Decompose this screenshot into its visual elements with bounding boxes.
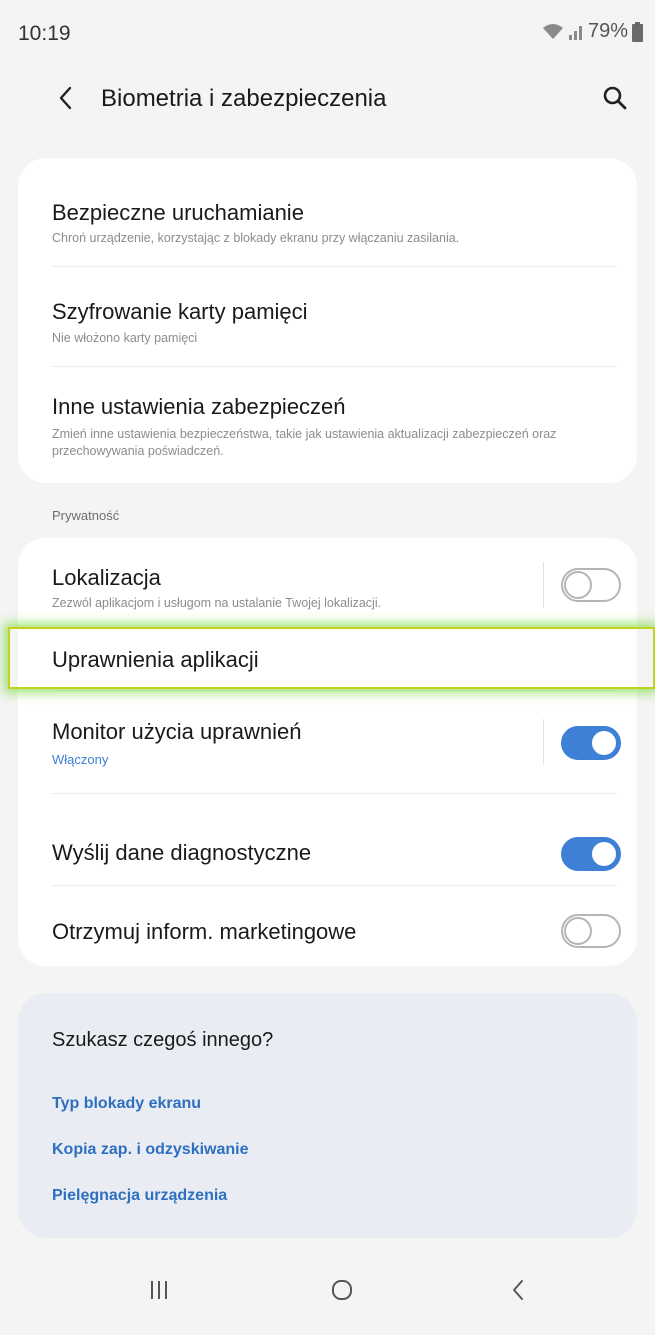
signal-icon [568,23,584,41]
screen-lock-type-link[interactable]: Typ blokady ekranu [52,1095,201,1113]
status-time: 10:19 [18,22,71,45]
back-nav-button[interactable] [490,1272,546,1312]
separator [543,562,544,608]
home-button[interactable] [314,1272,370,1312]
back-nav-icon [510,1278,526,1307]
battery-icon [632,21,643,42]
other-security-settings-title: Inne ustawienia zabezpieczeń [52,394,346,419]
location-item[interactable]: Lokalizacja Zezwól aplikacjom i usługom … [18,538,637,627]
wifi-icon [542,23,564,41]
toggle-knob [564,917,592,945]
home-icon [330,1278,354,1307]
settings-screen: 10:19 79% Biometria i zabezpieczenia Bez… [0,0,655,1335]
recent-apps-button[interactable] [131,1272,187,1312]
marketing-info-title: Otrzymuj inform. marketingowe [52,919,357,944]
secure-startup-subtitle: Chroń urządzenie, korzystając z blokady … [52,231,460,245]
location-toggle[interactable] [561,568,621,602]
suggestions-card: Szukasz czegoś innego? Typ blokady ekran… [18,993,637,1238]
toggle-knob [590,729,618,757]
other-security-settings-item[interactable]: Inne ustawienia zabezpieczeń Zmień inne … [18,367,637,483]
chevron-left-icon [56,85,76,116]
security-settings-card: Bezpieczne uruchamianie Chroń urządzenie… [18,158,637,483]
permission-monitor-title: Monitor użycia uprawnień [52,719,302,744]
navigation-bar [0,1264,655,1335]
suggestions-title: Szukasz czegoś innego? [52,1029,274,1051]
sd-card-encryption-item[interactable]: Szyfrowanie karty pamięci Nie włożono ka… [18,267,637,366]
battery-percent: 79% [587,20,628,42]
back-button[interactable] [44,78,88,122]
search-icon [602,85,628,116]
diagnostic-data-title: Wyślij dane diagnostyczne [52,840,312,865]
separator [543,719,544,765]
page-title: Biometria i zabezpieczenia [101,85,387,112]
permission-monitor-item[interactable]: Monitor użycia uprawnień Włączony [18,691,637,793]
secure-startup-item[interactable]: Bezpieczne uruchamianie Chroń urządzenie… [18,158,637,266]
device-care-link[interactable]: Pielęgnacja urządzenia [52,1187,227,1205]
diagnostic-data-toggle[interactable] [561,837,621,871]
location-title: Lokalizacja [52,565,161,590]
app-permissions-title: Uprawnienia aplikacji [52,647,259,672]
other-security-settings-subtitle: Zmień inne ustawienia bezpieczeństwa, ta… [52,427,557,458]
toggle-knob [564,571,592,599]
secure-startup-title: Bezpieczne uruchamianie [52,200,304,225]
diagnostic-data-item[interactable]: Wyślij dane diagnostyczne [18,794,637,878]
privacy-settings-card: Lokalizacja Zezwól aplikacjom i usługom … [18,538,637,966]
permission-monitor-status: Włączony [52,752,109,767]
app-permissions-item[interactable]: Uprawnienia aplikacji [18,628,637,690]
marketing-info-toggle[interactable] [561,914,621,948]
search-button[interactable] [593,78,637,122]
location-subtitle: Zezwól aplikacjom i usługom na ustalanie… [52,596,382,610]
sd-card-encryption-subtitle: Nie włożono karty pamięci [52,331,198,345]
toggle-knob [590,840,618,868]
status-indicators: 79% [542,20,643,43]
marketing-info-item[interactable]: Otrzymuj inform. marketingowe [18,886,637,966]
privacy-section-label: Prywatność [52,508,120,523]
status-bar: 10:19 79% [0,0,655,64]
app-header: Biometria i zabezpieczenia [0,64,655,136]
permission-monitor-toggle[interactable] [561,726,621,760]
backup-restore-link[interactable]: Kopia zap. i odzyskiwanie [52,1141,249,1159]
sd-card-encryption-title: Szyfrowanie karty pamięci [52,299,308,324]
recent-apps-icon [149,1279,169,1306]
